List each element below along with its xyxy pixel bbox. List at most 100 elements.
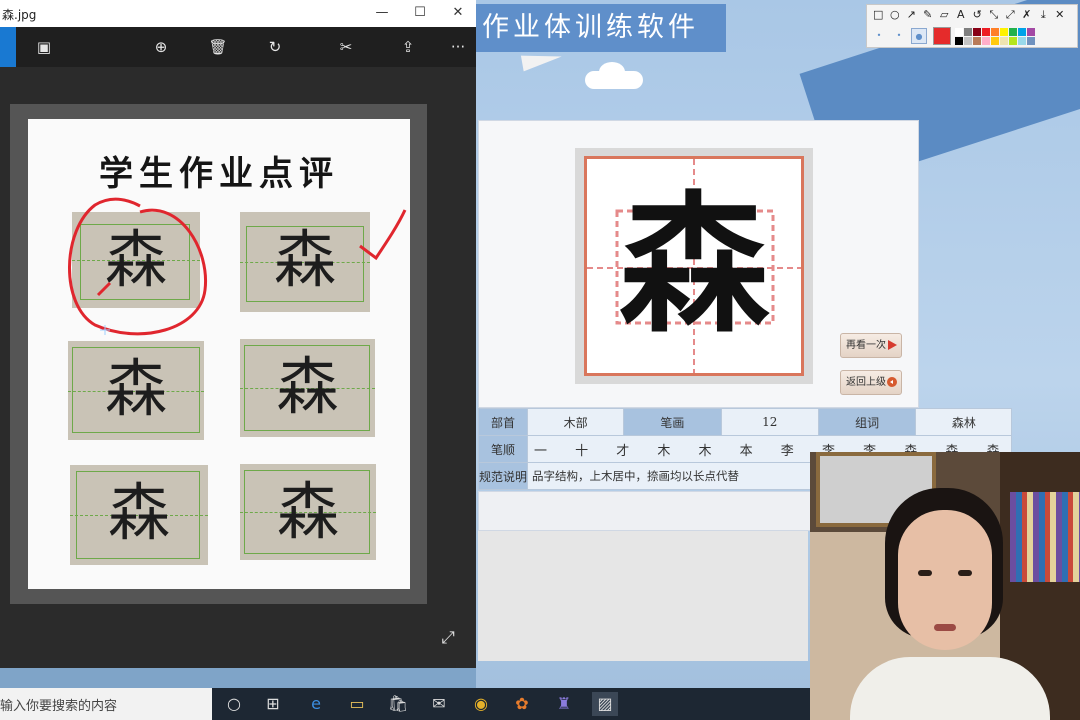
back-label: 返回上级 — [846, 377, 886, 388]
share-icon[interactable]: ⇪ — [398, 37, 418, 57]
viewer-title: 森.jpg — [2, 8, 37, 22]
color-swatch[interactable] — [1009, 36, 1017, 45]
annotation-tool-icon[interactable]: ▱ — [937, 8, 952, 22]
viewer-toolbar: ▣ ⊕ 🗑 ↻ ✂ ⇪ ··· — [0, 27, 476, 67]
chrome-icon[interactable]: ◉ — [468, 692, 494, 716]
color-swatch[interactable] — [982, 36, 990, 45]
annotation-toolbar: □ ○ ↗ ✎ ▱ A ↺ ⤡ ⤢ ✗ ⤓ ✕ • • ● — [866, 4, 1078, 48]
color-swatch[interactable] — [973, 27, 981, 36]
rotate-icon[interactable]: ↻ — [265, 37, 285, 57]
back-button[interactable]: 返回上级 — [840, 370, 902, 395]
app-title: 作业体训练软件 — [476, 4, 726, 52]
spec-label: 规范说明 — [477, 462, 529, 490]
tianzige-grid: 森 — [584, 156, 804, 376]
demo-character: 森 — [618, 179, 769, 353]
annotation-tool-icon[interactable]: □ — [871, 8, 886, 22]
color-swatch[interactable] — [964, 27, 972, 36]
sample-char: 森 — [104, 223, 167, 296]
sample-2: 森 — [240, 212, 370, 312]
homework-photo: 学生作业点评 森 森 森 森 森 森 — [28, 119, 410, 589]
pen-size-large[interactable]: ● — [911, 28, 927, 44]
pen-size-small[interactable]: • — [871, 28, 887, 44]
fullscreen-icon[interactable]: ⤢ — [438, 628, 458, 648]
annotation-tool-icon[interactable]: ✗ — [1020, 8, 1035, 22]
sample-5: 森 — [70, 465, 208, 565]
annotation-tool-icon[interactable]: A — [954, 8, 969, 22]
viewer-back-tab[interactable] — [0, 27, 16, 67]
return-icon — [887, 377, 897, 387]
color-swatch[interactable] — [1009, 27, 1017, 36]
app-icon-2[interactable]: ♜ — [551, 692, 577, 716]
annotation-tool-icon[interactable]: ⤢ — [1003, 8, 1018, 22]
sample-4: 森 — [240, 339, 375, 437]
sample-1: 森 — [72, 212, 200, 308]
color-swatch[interactable] — [1000, 36, 1008, 45]
slideshow-icon[interactable]: ▣ — [34, 37, 54, 57]
sample-char: 森 — [276, 350, 339, 423]
color-swatch[interactable] — [991, 36, 999, 45]
file-explorer-icon[interactable]: ▭ — [344, 692, 370, 716]
color-swatch[interactable] — [973, 36, 981, 45]
taskbar-search[interactable]: 输入你要搜索的内容 — [0, 688, 212, 720]
store-icon[interactable]: 🛍 — [385, 692, 411, 716]
mail-icon[interactable]: ✉ — [426, 692, 452, 716]
annotation-tool-icon[interactable]: ⤓ — [1036, 8, 1051, 22]
strokes-label: 笔画 — [623, 408, 722, 436]
play-icon — [888, 340, 897, 350]
replay-label: 再看一次 — [846, 340, 886, 351]
task-view-icon[interactable]: ⊞ — [260, 692, 286, 716]
edit-icon[interactable]: ✂ — [336, 37, 356, 57]
color-swatch[interactable] — [955, 27, 963, 36]
strokes-value: 12 — [720, 408, 819, 436]
color-swatch[interactable] — [982, 27, 990, 36]
radical-value: 木部 — [527, 408, 625, 436]
annotation-tools: □ ○ ↗ ✎ ▱ A ↺ ⤡ ⤢ ✗ ⤓ ✕ — [871, 8, 1067, 22]
annotation-tool-icon[interactable]: ↗ — [904, 8, 919, 22]
sample-char: 森 — [107, 476, 170, 549]
cortana-icon[interactable]: ○ — [221, 692, 247, 716]
cloud-icon — [585, 62, 643, 89]
webcam-overlay — [810, 452, 1080, 720]
photo-viewer-window: 森.jpg — ☐ ✕ ▣ ⊕ 🗑 ↻ ✂ ⇪ ··· 学生作业点评 森 森 森… — [0, 0, 476, 668]
pen-size-medium[interactable]: • — [891, 28, 907, 44]
color-swatch[interactable] — [964, 36, 972, 45]
color-swatch[interactable] — [1027, 27, 1035, 36]
annotation-tool-icon[interactable]: ↺ — [970, 8, 985, 22]
sample-6: 森 — [240, 464, 376, 560]
stroke-order-label: 笔顺 — [477, 435, 529, 463]
taskbar: 输入你要搜索的内容 ○ ⊞ e ▭ 🛍 ✉ ◉ ✿ ♜ ▨ — [0, 688, 810, 720]
close-button[interactable]: ✕ — [448, 4, 468, 22]
color-swatch[interactable] — [955, 36, 963, 45]
sample-char: 森 — [104, 352, 167, 425]
words-value: 森林 — [915, 408, 1013, 436]
color-swatch[interactable] — [1018, 27, 1026, 36]
presenter-mouth — [934, 624, 956, 631]
minimize-button[interactable]: — — [372, 4, 392, 22]
zoom-icon[interactable]: ⊕ — [151, 37, 171, 57]
more-icon[interactable]: ··· — [448, 37, 468, 57]
viewer-titlebar: 森.jpg — ☐ ✕ — [0, 0, 476, 27]
annotation-tool-icon[interactable]: ○ — [888, 8, 903, 22]
edge-icon[interactable]: e — [303, 692, 329, 716]
app-icon[interactable]: ✿ — [509, 692, 535, 716]
words-label: 组词 — [817, 408, 917, 436]
books — [1010, 492, 1080, 582]
color-swatch[interactable] — [991, 27, 999, 36]
annotation-tool-icon[interactable]: ✎ — [921, 8, 936, 22]
replay-button[interactable]: 再看一次 — [840, 333, 902, 358]
color-swatch[interactable] — [1027, 36, 1035, 45]
lower-area — [478, 531, 808, 661]
presenter-eye — [918, 570, 932, 576]
annotation-tool-icon[interactable]: ⤡ — [987, 8, 1002, 22]
color-swatch[interactable] — [1000, 27, 1008, 36]
current-color-swatch[interactable] — [933, 27, 951, 45]
radical-label: 部首 — [477, 408, 529, 436]
presenter-eye — [958, 570, 972, 576]
delete-icon[interactable]: 🗑 — [208, 37, 228, 57]
presenter-shirt — [850, 657, 1050, 720]
maximize-button[interactable]: ☐ — [410, 4, 430, 22]
annotation-tool-icon[interactable]: ✕ — [1053, 8, 1068, 22]
photos-icon[interactable]: ▨ — [592, 692, 618, 716]
search-placeholder: 输入你要搜索的内容 — [0, 699, 118, 714]
color-swatch[interactable] — [1018, 36, 1026, 45]
